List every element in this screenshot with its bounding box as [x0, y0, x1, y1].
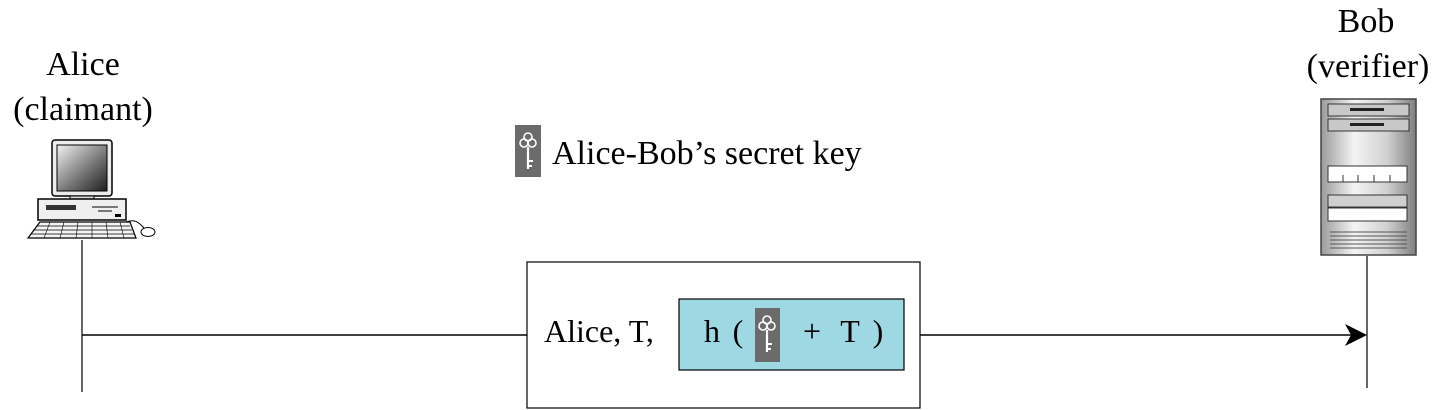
- hash-open-paren: (: [733, 313, 744, 349]
- shared-key-label: Alice-Bob’s secret key: [515, 125, 862, 177]
- message-box: Alice, T, h ( + T ): [526, 261, 921, 409]
- shared-key-text: Alice-Bob’s secret key: [552, 135, 862, 172]
- hash-function: h: [704, 313, 720, 349]
- alice-name: Alice: [46, 46, 120, 83]
- message-prefix: Alice, T,: [544, 313, 654, 349]
- alice-participant: Alice (claimant): [13, 46, 156, 392]
- key-icon: [515, 125, 541, 177]
- desktop-computer-icon: [26, 139, 156, 239]
- hash-close-paren: ): [873, 313, 884, 349]
- bob-participant: Bob (verifier): [1307, 3, 1430, 388]
- key-icon: [755, 308, 780, 362]
- message-sequence-diagram: Alice (claimant) Bob (verifier) Alice-Bo…: [13, 3, 1430, 409]
- bob-name: Bob: [1338, 3, 1395, 40]
- hash-plus: +: [803, 313, 821, 349]
- hash-timestamp: T: [840, 313, 860, 349]
- alice-role: (claimant): [13, 91, 153, 128]
- bob-role: (verifier): [1307, 48, 1430, 85]
- server-tower-icon: [1320, 98, 1417, 256]
- hash-expression: h ( + T ): [678, 298, 905, 371]
